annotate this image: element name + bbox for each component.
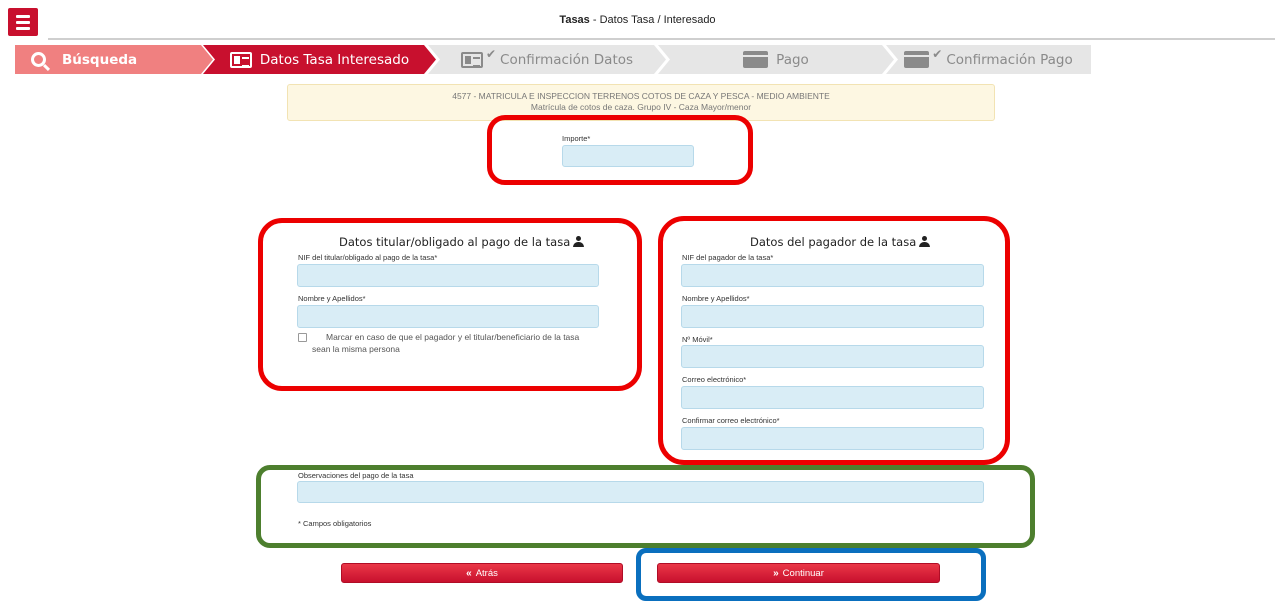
- double-chevron-left-icon: «: [466, 567, 472, 579]
- header-divider: [48, 38, 1275, 40]
- step-datos-tasa-interesado[interactable]: Datos Tasa Interesado: [203, 45, 436, 74]
- annotation-titular-highlight: [258, 218, 642, 391]
- annotation-importe-highlight: [487, 115, 753, 185]
- annotation-observaciones-highlight: [256, 465, 1035, 548]
- step-busqueda[interactable]: Búsqueda: [15, 45, 213, 74]
- step-wizard: Búsqueda Datos Tasa Interesado ✔ Confirm…: [15, 45, 1091, 74]
- annotation-pagador-highlight: [658, 216, 1010, 465]
- checkmark-icon: ✔: [485, 46, 497, 61]
- checkmark-icon: ✔: [932, 46, 943, 61]
- tasa-info-line2: Matrícula de cotos de caza. Grupo IV - C…: [530, 102, 752, 112]
- step-confirmacion-datos: ✔ Confirmación Datos: [428, 45, 666, 74]
- page-title: Tasas - Datos Tasa / Interesado: [559, 14, 716, 26]
- id-card-icon: [229, 51, 252, 68]
- step-pago: Pago: [658, 45, 894, 74]
- back-button[interactable]: «Atrás: [341, 563, 623, 583]
- credit-card-icon: [904, 51, 930, 68]
- tasa-info-line1: 4577 - MATRICULA E INSPECCION TERRENOS C…: [452, 91, 830, 101]
- annotation-continue-highlight: [636, 548, 986, 601]
- step-confirmacion-pago: ✔ Confirmación Pago: [886, 45, 1091, 74]
- search-icon: [31, 52, 46, 67]
- hamburger-icon-bar: [16, 26, 30, 30]
- credit-card-icon: [743, 51, 769, 68]
- id-card-icon: [460, 51, 483, 68]
